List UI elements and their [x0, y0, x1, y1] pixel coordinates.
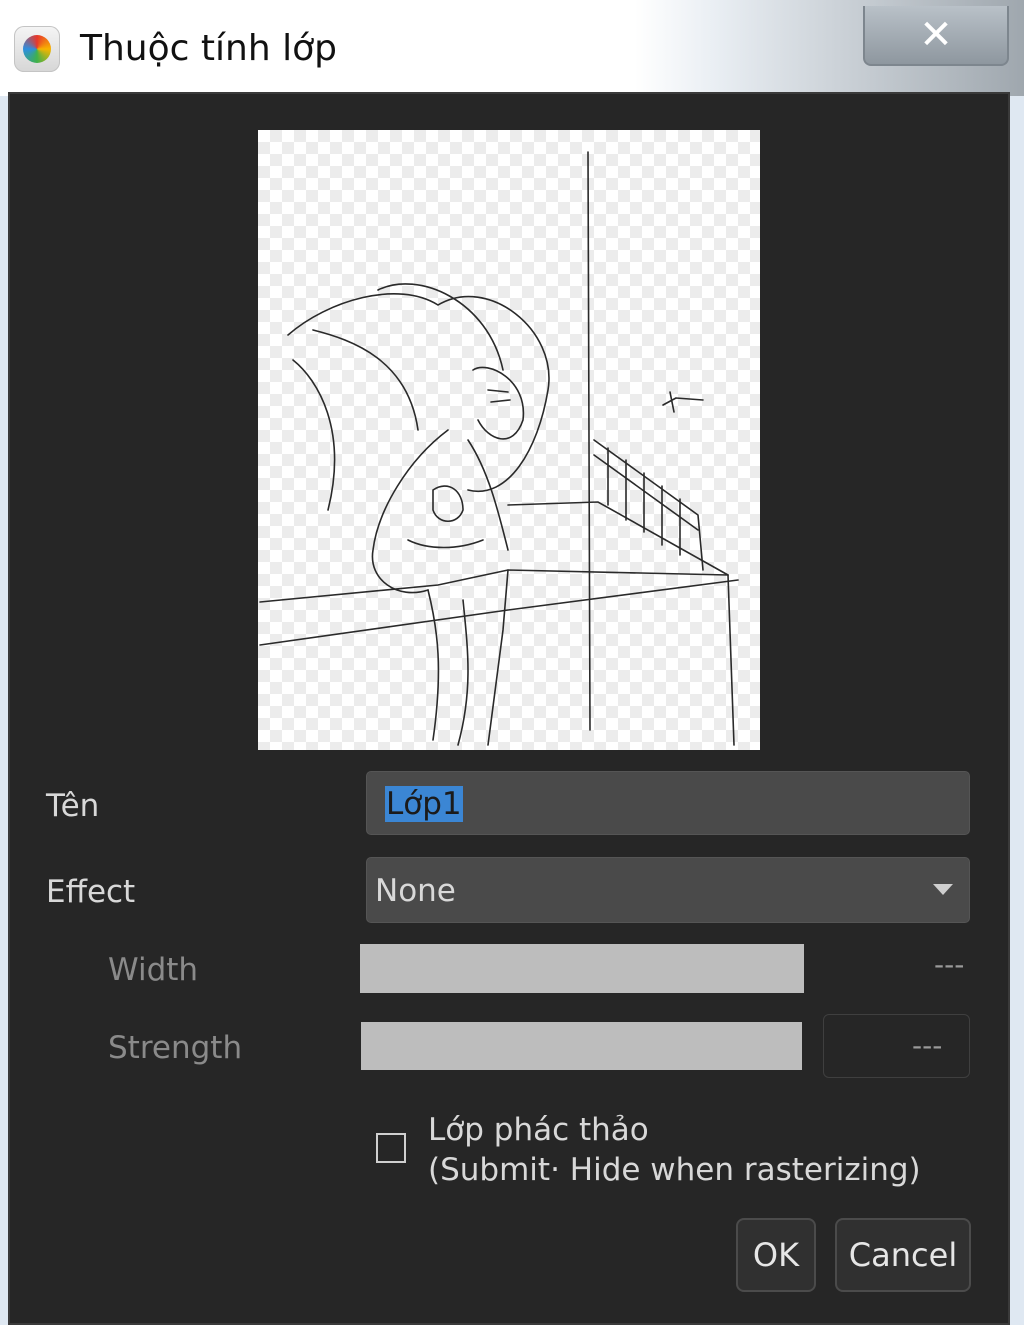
close-button[interactable]: ✕	[863, 6, 1009, 66]
width-label: Width	[108, 952, 199, 988]
strength-slider[interactable]	[361, 1022, 802, 1070]
dialog-title: Thuộc tính lớp	[80, 28, 337, 69]
width-slider[interactable]	[360, 944, 804, 993]
strength-number-field[interactable]: ---	[823, 1014, 970, 1078]
ok-button[interactable]: OK	[736, 1218, 816, 1292]
layer-name-value: Lớp1	[385, 786, 463, 822]
draft-layer-label: Lớp phác thảo (Submit· Hide when rasteri…	[428, 1112, 921, 1188]
effect-value: None	[375, 873, 456, 909]
app-icon	[14, 26, 60, 72]
cancel-button[interactable]: Cancel	[835, 1218, 971, 1292]
title-bar: Thuộc tính lớp ✕	[0, 0, 1024, 96]
width-value: ---	[934, 948, 965, 981]
chevron-down-icon	[933, 884, 953, 895]
effect-label: Effect	[46, 874, 136, 910]
close-icon: ✕	[919, 12, 953, 58]
name-label: Tên	[46, 788, 100, 824]
strength-label: Strength	[108, 1030, 243, 1066]
layer-name-input[interactable]: Lớp1	[366, 771, 970, 835]
effect-select[interactable]: None	[366, 857, 970, 923]
layer-preview-thumbnail	[258, 130, 760, 750]
draft-layer-checkbox[interactable]	[376, 1133, 406, 1163]
strength-value: ---	[912, 1029, 943, 1062]
